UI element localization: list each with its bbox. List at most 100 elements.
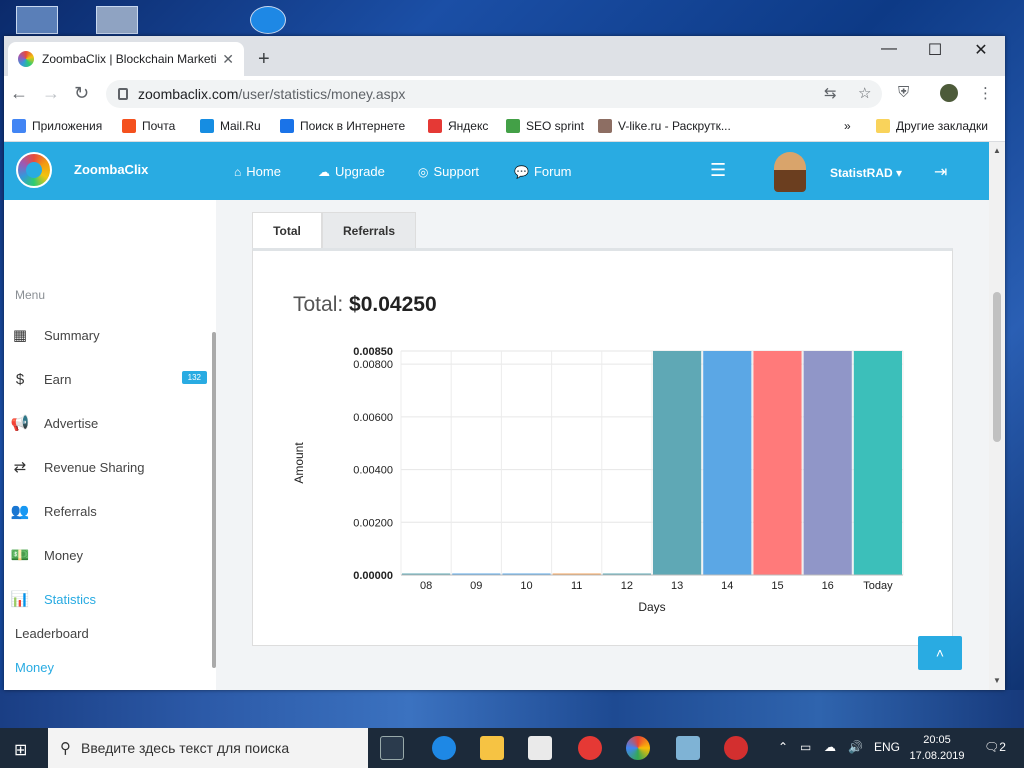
- y-tick-label: 0.00600: [353, 412, 393, 424]
- translate-icon[interactable]: ⇆: [824, 84, 837, 102]
- task-view-icon[interactable]: [380, 736, 404, 760]
- cloud-upload-icon: ☁: [318, 164, 330, 179]
- file-explorer-icon[interactable]: [480, 736, 504, 760]
- bookmarks-bar: Приложения Почта Mail.Ru Поиск в Интерне…: [4, 112, 1005, 142]
- bookmark-search[interactable]: Поиск в Интернете: [280, 119, 405, 133]
- chat-icon: 💬: [514, 164, 529, 179]
- y-tick-label: 0.00800: [353, 359, 393, 371]
- shield-extension-icon[interactable]: ⛨: [898, 84, 909, 101]
- bookmark-label: V-like.ru - Раскрутк...: [618, 119, 731, 133]
- yandex-icon: [428, 119, 442, 133]
- more-bookmarks-button[interactable]: »: [844, 119, 851, 133]
- dashboard-icon: ▦: [12, 327, 28, 344]
- back-arrow-icon[interactable]: ←: [10, 83, 28, 104]
- reload-icon[interactable]: ↻: [74, 83, 89, 104]
- bookmark-star-icon[interactable]: ☆: [858, 84, 871, 102]
- desktop-shortcut-icon[interactable]: [16, 6, 58, 34]
- other-bookmarks[interactable]: Другие закладки: [876, 119, 988, 133]
- logout-icon[interactable]: ⇥: [934, 162, 947, 182]
- scroll-up-arrow-icon[interactable]: ▲: [993, 146, 1001, 155]
- dollar-icon: $: [15, 370, 25, 388]
- new-tab-button[interactable]: +: [258, 48, 270, 71]
- mailru-icon: [200, 119, 214, 133]
- store-icon[interactable]: [528, 736, 552, 760]
- nav-support[interactable]: ◎ Support: [418, 164, 479, 179]
- notification-center-icon[interactable]: 🗨2: [984, 740, 1006, 754]
- y-tick-label: 0.00000: [353, 570, 393, 582]
- user-dropdown[interactable]: StatistRAD ▾: [830, 166, 902, 180]
- profile-avatar[interactable]: [940, 84, 958, 102]
- sidebar-item-earn[interactable]: $ Earn 132: [9, 364, 209, 394]
- settings-sliders-icon[interactable]: ☰: [710, 160, 726, 181]
- bookmark-yandex[interactable]: Яндекс: [428, 119, 488, 133]
- recycle-bin-icon[interactable]: [96, 6, 138, 34]
- bookmark-mail[interactable]: Почта: [122, 119, 175, 133]
- nav-label: Upgrade: [335, 164, 385, 179]
- yandex-browser-icon[interactable]: [578, 736, 602, 760]
- url-domain: zoombaclix.com: [138, 86, 239, 102]
- sidebar-sub-leaderboard[interactable]: Leaderboard: [15, 626, 89, 641]
- network-icon[interactable]: ▭: [800, 740, 811, 754]
- nav-home[interactable]: ⌂ Home: [234, 164, 281, 179]
- scroll-thumb[interactable]: [993, 292, 1001, 442]
- system-clock[interactable]: 20:05 17.08.2019: [906, 732, 968, 764]
- zoombaclix-logo[interactable]: [16, 152, 52, 188]
- bookmark-label: SEO sprint: [526, 119, 585, 133]
- chevron-up-icon: ˄: [935, 645, 945, 661]
- menu-kebab-icon[interactable]: ⋮: [978, 84, 993, 102]
- page-scrollbar[interactable]: ▲ ▼: [989, 142, 1005, 690]
- sidebar-item-statistics[interactable]: 📊 Statistics: [9, 584, 209, 614]
- statistics-tabs: Total Referrals: [252, 212, 416, 249]
- sidebar-sub-money[interactable]: Money: [15, 660, 54, 675]
- avatar[interactable]: [774, 152, 806, 192]
- nav-upgrade[interactable]: ☁ Upgrade: [318, 164, 385, 179]
- address-bar[interactable]: zoombaclix.com/user/statistics/money.asp…: [106, 80, 882, 108]
- brand-name[interactable]: ZoombaClix: [74, 162, 148, 177]
- recorder-icon[interactable]: [724, 736, 748, 760]
- edge-browser-icon[interactable]: [432, 736, 456, 760]
- taskbar-search-input[interactable]: ⚲ Введите здесь текст для поиска: [48, 728, 368, 768]
- bookmark-label: Другие закладки: [896, 119, 988, 133]
- url-path: /user/statistics/money.aspx: [238, 86, 406, 102]
- edge-desktop-icon[interactable]: [250, 6, 286, 34]
- language-indicator[interactable]: ENG: [874, 740, 900, 754]
- menu-heading: Menu: [15, 288, 46, 302]
- sidebar-item-revenue-sharing[interactable]: ⇄ Revenue Sharing: [9, 452, 209, 482]
- close-tab-icon[interactable]: ✕: [222, 51, 234, 68]
- sidebar-scrollbar[interactable]: [212, 332, 216, 668]
- bookmark-mailru[interactable]: Mail.Ru: [200, 119, 261, 133]
- windows-start-icon[interactable]: ⊞: [14, 740, 27, 760]
- nav-label: Forum: [533, 164, 572, 179]
- tab-referrals[interactable]: Referrals: [322, 212, 416, 249]
- forward-arrow-icon[interactable]: →: [42, 83, 60, 104]
- mail-icon: [122, 119, 136, 133]
- chrome-icon[interactable]: [626, 736, 650, 760]
- x-tick-label: 09: [470, 580, 482, 592]
- sidebar-item-referrals[interactable]: 👥 Referrals: [9, 496, 209, 526]
- bar-16: [803, 351, 852, 575]
- search-placeholder: Введите здесь текст для поиска: [81, 740, 290, 756]
- lock-icon: [118, 88, 128, 100]
- cloud-icon[interactable]: ☁: [824, 740, 836, 754]
- notepad-icon[interactable]: [676, 736, 700, 760]
- back-to-top-button[interactable]: ˄: [918, 636, 962, 670]
- volume-icon[interactable]: 🔊: [848, 740, 863, 754]
- browser-tab[interactable]: ZoombaClix | Blockchain Marketi ✕: [8, 42, 244, 76]
- site-header: ZoombaClix ⌂ Home ☁ Upgrade ◎ Support 💬 Foru…: [4, 142, 989, 200]
- close-window-button[interactable]: ✕: [958, 40, 1004, 60]
- bookmark-vlike[interactable]: V-like.ru - Раскрутк...: [598, 119, 731, 133]
- sidebar-item-summary[interactable]: ▦ Summary: [9, 320, 209, 350]
- desktop-wallpaper-bottom: [0, 690, 1024, 728]
- maximize-button[interactable]: ☐: [912, 40, 958, 60]
- minimize-button[interactable]: —: [866, 40, 912, 58]
- sidebar-item-advertise[interactable]: 📢 Advertise: [9, 408, 209, 438]
- bookmark-seosprint[interactable]: SEO sprint: [506, 119, 584, 133]
- tab-total[interactable]: Total: [252, 212, 322, 249]
- nav-forum[interactable]: 💬 Forum: [514, 164, 572, 179]
- bookmark-apps[interactable]: Приложения: [12, 119, 102, 133]
- y-tick-label: 0.00200: [353, 517, 393, 529]
- tray-chevron-up-icon[interactable]: ⌃: [778, 740, 788, 754]
- scroll-down-arrow-icon[interactable]: ▼: [993, 676, 1001, 685]
- sidebar-item-money[interactable]: 💵 Money: [9, 540, 209, 570]
- page-content: ZoombaClix ⌂ Home ☁ Upgrade ◎ Support 💬 Foru…: [4, 142, 989, 690]
